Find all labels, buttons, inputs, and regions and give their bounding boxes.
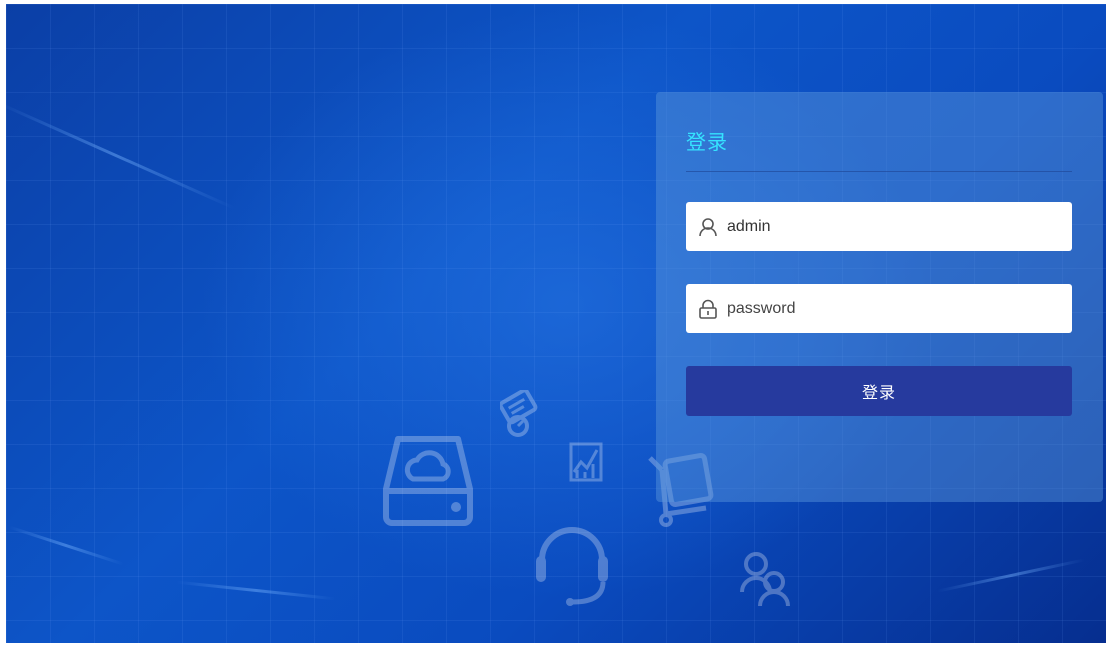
user-icon	[698, 217, 718, 237]
login-screen: 登录 登录	[6, 4, 1106, 643]
headset-icon	[536, 527, 608, 606]
login-button[interactable]: 登录	[686, 366, 1072, 416]
meter-icon	[500, 390, 538, 437]
login-title: 登录	[686, 132, 728, 154]
title-divider	[686, 171, 1072, 172]
cloud-drive-icon	[383, 436, 473, 526]
lock-icon	[698, 299, 718, 319]
chart-icon	[569, 442, 603, 482]
username-field[interactable]	[686, 202, 1072, 251]
password-input[interactable]	[727, 299, 1057, 318]
users-icon	[740, 552, 790, 607]
login-panel: 登录 登录	[656, 92, 1103, 502]
password-field[interactable]	[686, 284, 1072, 333]
username-input[interactable]	[727, 217, 1057, 236]
